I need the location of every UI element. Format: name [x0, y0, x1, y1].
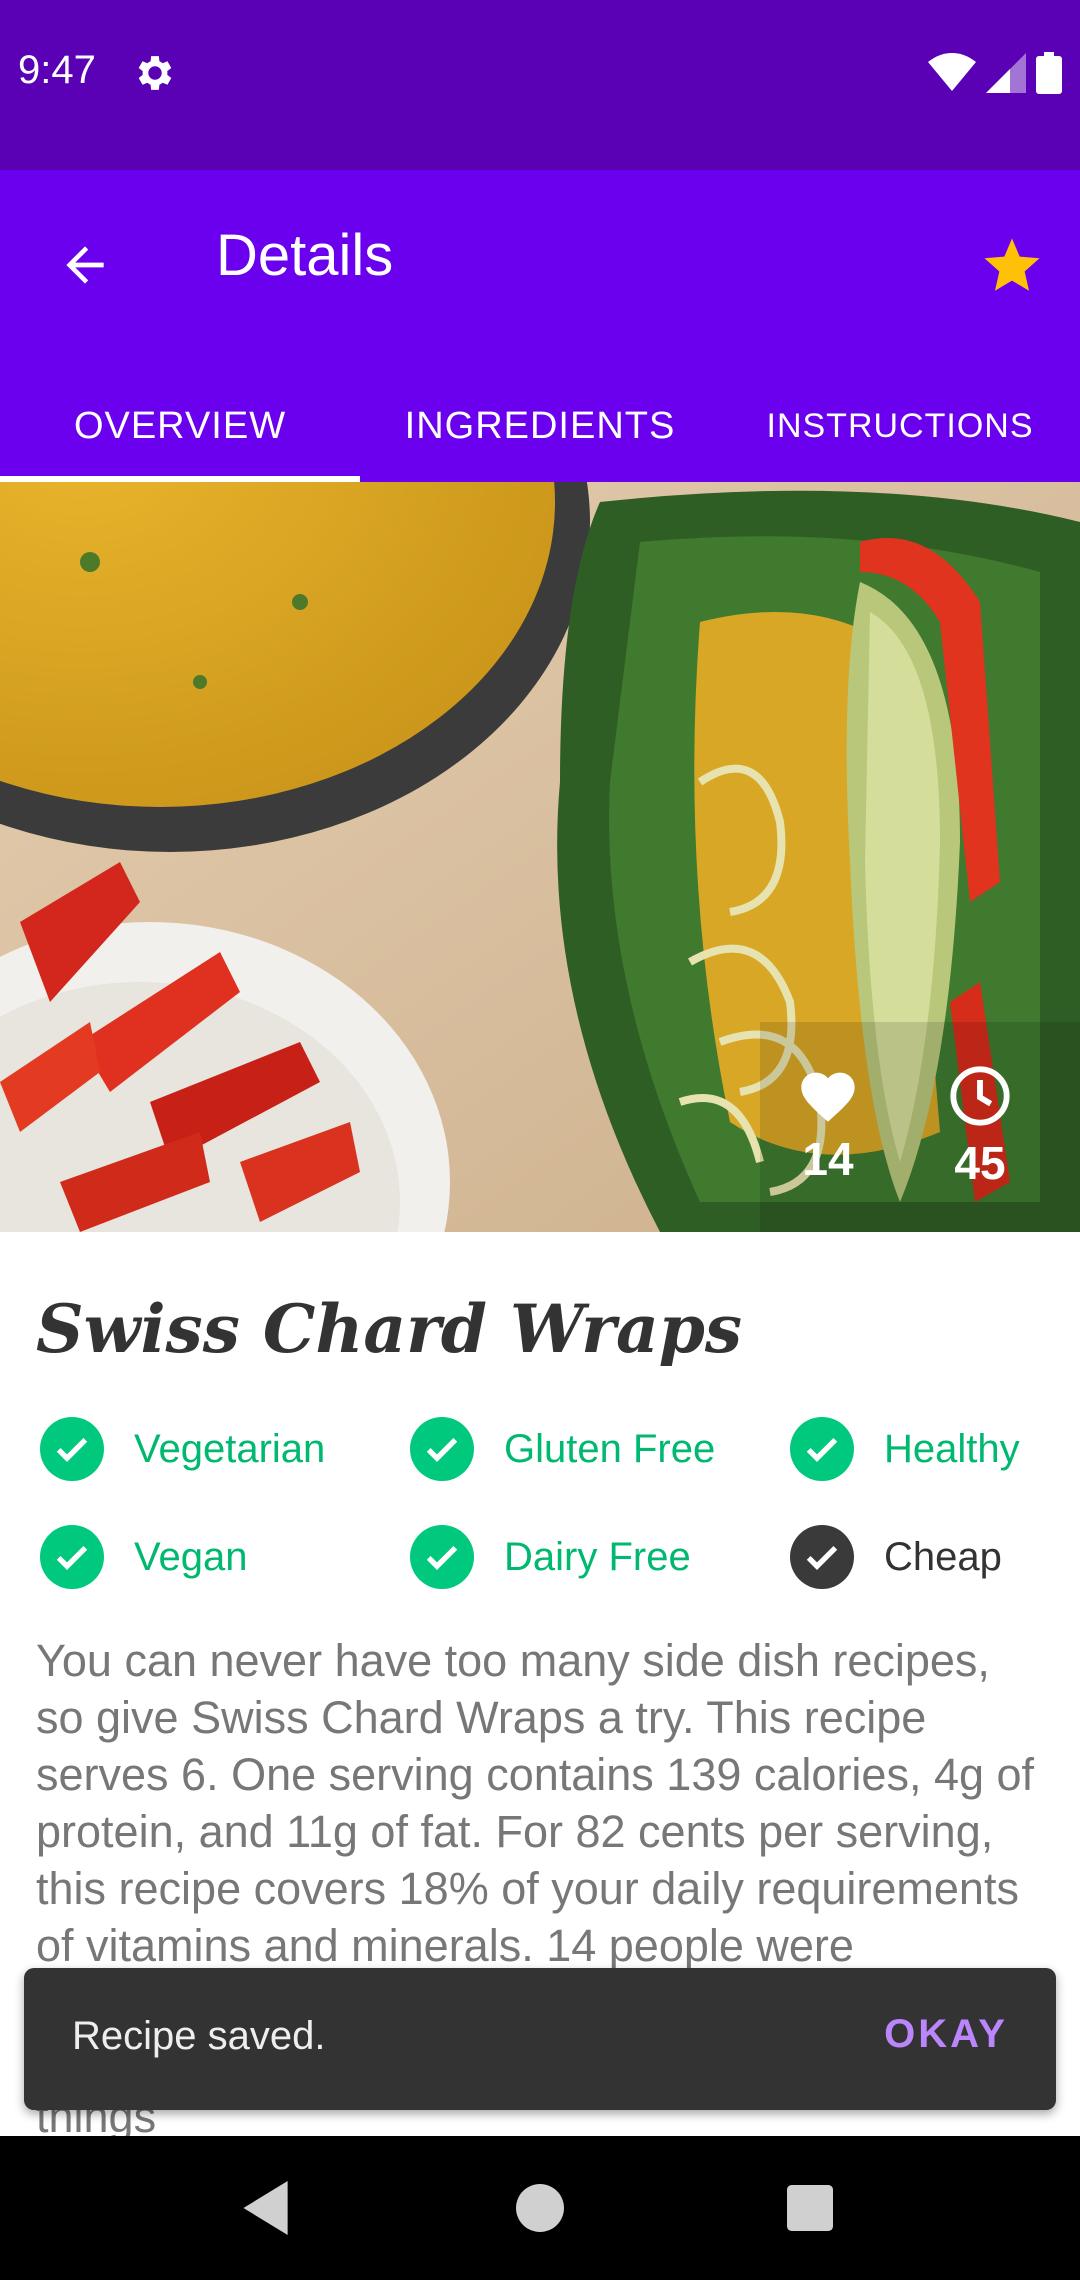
tab-instructions-label: INSTRUCTIONS — [766, 406, 1034, 445]
nav-recents-button[interactable] — [760, 2158, 860, 2258]
nav-back-button[interactable] — [218, 2158, 318, 2258]
tag-cheap: Cheap — [790, 1522, 1002, 1592]
status-bar: 9:47 — [0, 0, 1080, 170]
tag-label: Dairy Free — [504, 1534, 691, 1579]
tab-overview-label: OVERVIEW — [73, 404, 287, 447]
tag-vegan: Vegan — [40, 1522, 247, 1592]
arrow-left-icon — [66, 246, 104, 284]
tab-ingredients[interactable]: INGREDIENTS — [360, 370, 720, 482]
status-time: 9:47 — [18, 48, 96, 92]
tag-label: Cheap — [884, 1534, 1002, 1579]
tag-gluten-free: Gluten Free — [410, 1414, 715, 1484]
time-stat: 45 — [948, 1064, 1012, 1190]
nav-home-button[interactable] — [490, 2158, 590, 2258]
wifi-icon — [928, 53, 976, 91]
snackbar-okay-button[interactable]: OKAY — [884, 2012, 1008, 2057]
star-icon — [984, 238, 1040, 291]
circle-home-icon — [516, 2184, 564, 2232]
tag-label: Healthy — [884, 1426, 1020, 1471]
page-title: Details — [216, 223, 394, 288]
details-screen: 9:47 Details OVERVIEW INGREDIENTS INSTRU… — [0, 0, 1080, 2280]
app-bar: Details OVERVIEW INGREDIENTS INSTRUCTION… — [0, 170, 1080, 482]
status-icons — [928, 52, 1062, 94]
signal-icon — [986, 53, 1026, 93]
system-nav-bar — [0, 2136, 1080, 2280]
tag-label: Vegetarian — [134, 1426, 326, 1471]
recipe-title: Swiss Chard Wraps — [36, 1290, 743, 1368]
check-circle-icon — [790, 1417, 854, 1481]
check-circle-icon — [790, 1525, 854, 1589]
recipe-photo — [0, 482, 1080, 1232]
snackbar-message: Recipe saved. — [72, 2014, 326, 2058]
square-recents-icon — [787, 2185, 833, 2231]
check-circle-icon — [40, 1525, 104, 1589]
check-circle-icon — [410, 1417, 474, 1481]
tag-label: Gluten Free — [504, 1426, 716, 1471]
heart-icon — [801, 1072, 855, 1122]
battery-icon — [1036, 52, 1062, 94]
tab-instructions[interactable]: INSTRUCTIONS — [720, 370, 1080, 482]
check-circle-icon — [40, 1417, 104, 1481]
tag-vegetarian: Vegetarian — [40, 1414, 325, 1484]
settings-icon — [132, 50, 178, 96]
back-button[interactable] — [40, 220, 130, 310]
tag-healthy: Healthy — [790, 1414, 1020, 1484]
clock-icon — [950, 1066, 1010, 1126]
tag-label: Vegan — [134, 1534, 248, 1579]
tab-bar: OVERVIEW INGREDIENTS INSTRUCTIONS — [0, 370, 1080, 482]
snackbar: Recipe saved. OKAY — [24, 1968, 1056, 2110]
triangle-back-icon — [243, 2181, 288, 2235]
tag-dairy-free: Dairy Free — [410, 1522, 691, 1592]
time-minutes: 45 — [954, 1137, 1006, 1189]
tab-ingredients-label: INGREDIENTS — [404, 404, 676, 447]
check-circle-icon — [410, 1525, 474, 1589]
likes-stat: 14 — [796, 1064, 860, 1186]
recipe-image: 14 45 — [0, 482, 1080, 1232]
likes-count: 14 — [802, 1133, 854, 1185]
favorite-button[interactable] — [964, 218, 1060, 314]
tab-overview[interactable]: OVERVIEW — [0, 370, 360, 482]
